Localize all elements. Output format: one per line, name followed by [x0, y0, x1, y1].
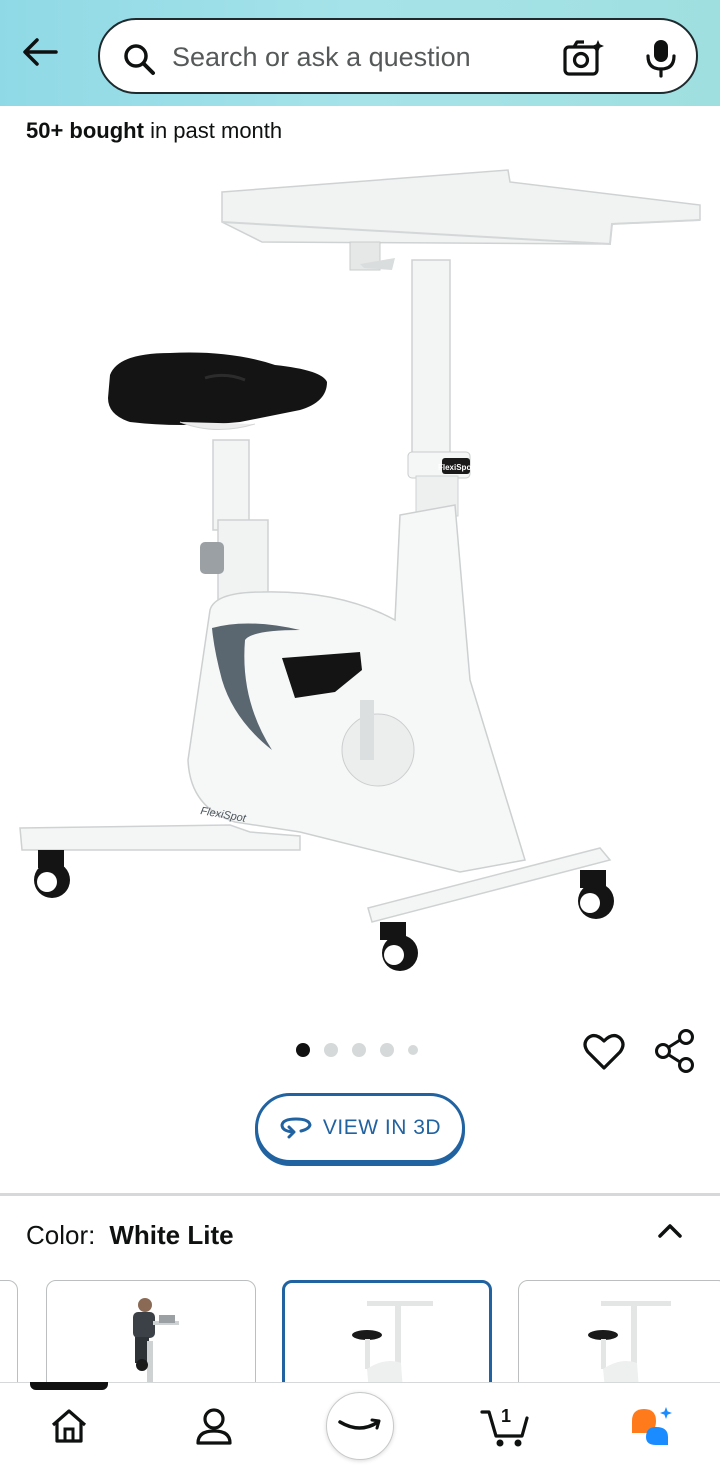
image-carousel-dots[interactable]: [296, 1043, 418, 1057]
nav-amazon[interactable]: [326, 1392, 394, 1460]
chevron-up-icon[interactable]: [652, 1212, 688, 1248]
selected-color-value: White Lite: [109, 1220, 234, 1250]
back-arrow-icon: [23, 38, 58, 66]
nav-cart[interactable]: 1: [476, 1400, 536, 1452]
heart-icon[interactable]: [582, 1030, 626, 1072]
cart-count-badge: 1: [501, 1406, 512, 1426]
nav-home[interactable]: [41, 1400, 97, 1452]
swatch-image-bike-alt: [588, 1301, 671, 1389]
nav-account[interactable]: [186, 1400, 242, 1452]
microphone-icon[interactable]: [644, 38, 678, 78]
home-icon: [51, 1409, 87, 1443]
search-bar[interactable]: [98, 18, 698, 94]
brand-label: FlexiSpot: [438, 463, 474, 472]
amazon-smile-icon: [338, 1418, 381, 1430]
swatch-image-bike: [352, 1301, 433, 1391]
carousel-dot[interactable]: [352, 1043, 366, 1057]
view-in-3d-label: VIEW IN 3D: [322, 1116, 442, 1139]
section-divider: [0, 1193, 720, 1196]
nav-rufus[interactable]: [622, 1400, 678, 1452]
caster-wheel-icon: [34, 850, 70, 898]
bought-count: 50+ bought in past month: [26, 118, 283, 143]
account-icon: [196, 1408, 232, 1445]
rufus-ai-icon: [632, 1407, 672, 1445]
carousel-dot[interactable]: [380, 1043, 394, 1057]
swatch-image-person: [133, 1298, 179, 1389]
nav-active-indicator: [30, 1382, 108, 1390]
view-in-3d-button[interactable]: VIEW IN 3D: [255, 1093, 465, 1163]
search-input[interactable]: [172, 36, 542, 78]
color-selector-label: Color: White Lite: [26, 1220, 234, 1250]
rotate-3d-icon: [280, 1117, 312, 1139]
camera-search-icon[interactable]: [562, 38, 606, 78]
carousel-dot[interactable]: [324, 1043, 338, 1057]
share-icon[interactable]: [654, 1028, 696, 1074]
top-header: [0, 0, 720, 106]
back-button[interactable]: [18, 30, 62, 74]
product-page: 50+ bought in past month FlexiSpot Flexi…: [0, 0, 720, 1466]
search-icon: [124, 44, 155, 75]
carousel-dot-active[interactable]: [296, 1043, 310, 1057]
product-image-desk-bike[interactable]: FlexiSpot FlexiSpot: [0, 160, 720, 1020]
carousel-dot[interactable]: [408, 1045, 418, 1055]
